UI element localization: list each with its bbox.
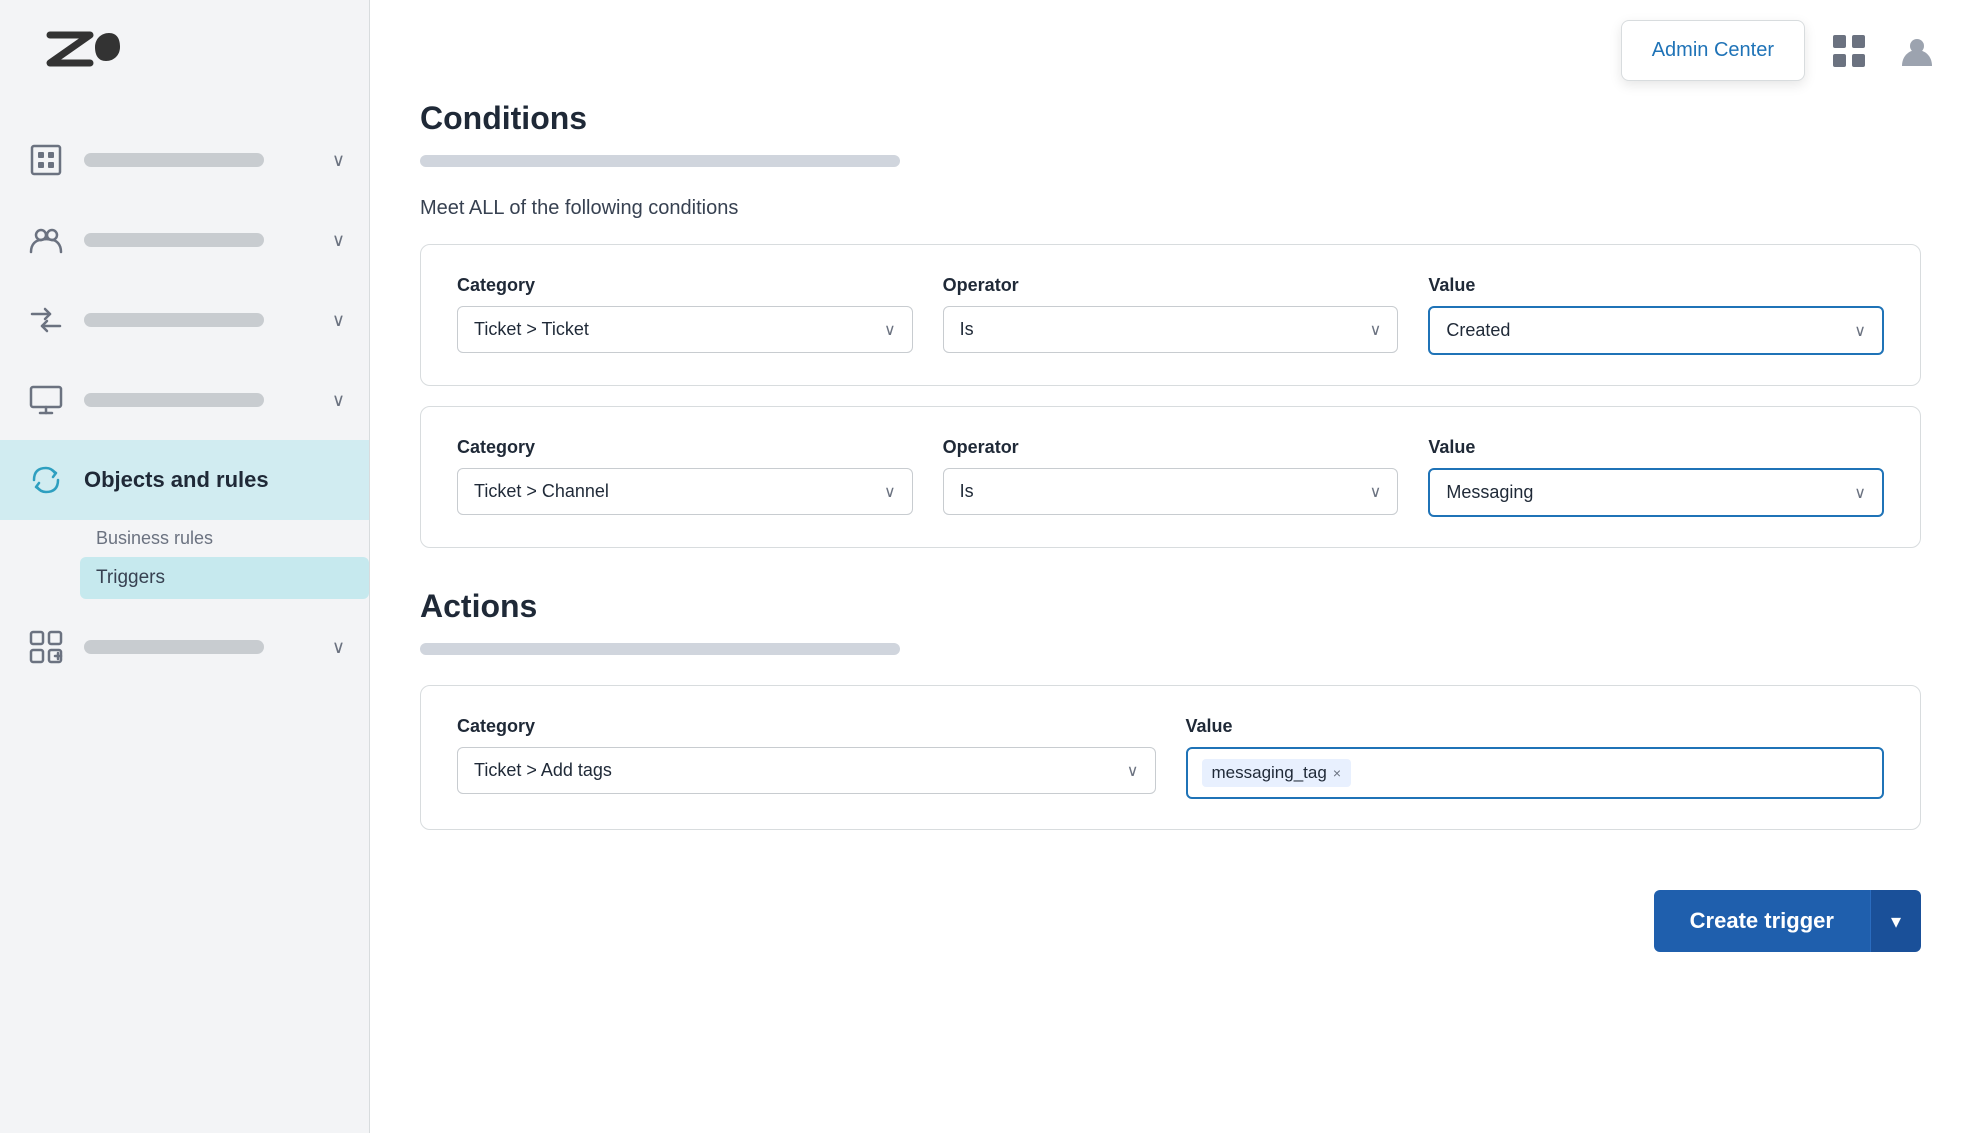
condition-1-category-label: Category: [457, 275, 913, 296]
arrows-icon: [24, 298, 68, 342]
nav-label-bar-people: [84, 233, 324, 247]
sidebar-item-objects-rules[interactable]: Objects and rules: [0, 440, 369, 520]
condition-1-value-group: Value Created ∨: [1428, 275, 1884, 355]
meet-all-text: Meet ALL of the following conditions: [420, 197, 1921, 220]
sidebar-item-apps[interactable]: ∨: [0, 607, 369, 687]
condition-card-2: Category Ticket > Channel ∨ Operator Is …: [420, 406, 1921, 548]
condition-2-value-select[interactable]: Messaging ∨: [1428, 468, 1884, 517]
condition-1-value-select[interactable]: Created ∨: [1428, 306, 1884, 355]
chevron-category-2: ∨: [884, 482, 896, 502]
building-icon: [24, 138, 68, 182]
action-1-value-label: Value: [1186, 716, 1885, 737]
sidebar: ∨ ∨: [0, 0, 370, 1133]
apps-grid-icon: [1830, 32, 1868, 70]
logo-area: [0, 0, 369, 110]
action-1-category-select[interactable]: Ticket > Add tags ∨: [457, 747, 1156, 794]
footer-actions: Create trigger ▾: [420, 890, 1921, 952]
actions-title: Actions: [420, 588, 1921, 625]
sidebar-item-channels[interactable]: ∨: [0, 280, 369, 360]
chevron-category-1: ∨: [884, 320, 896, 340]
condition-row-2: Category Ticket > Channel ∨ Operator Is …: [457, 437, 1884, 517]
sidebar-item-workspace[interactable]: ∨: [0, 120, 369, 200]
create-trigger-button[interactable]: Create trigger: [1654, 890, 1870, 952]
action-1-tag-input[interactable]: messaging_tag ×: [1186, 747, 1885, 799]
tag-chip-messaging-tag: messaging_tag ×: [1202, 759, 1352, 787]
action-row-1: Category Ticket > Add tags ∨ Value messa…: [457, 716, 1884, 799]
condition-2-operator-group: Operator Is ∨: [943, 437, 1399, 515]
nav-label-text-wrapper: Objects and rules: [84, 467, 345, 493]
conditions-section: Conditions Meet ALL of the following con…: [420, 100, 1921, 548]
user-avatar-icon: [1898, 32, 1936, 70]
condition-card-1: Category Ticket > Ticket ∨ Operator Is ∨…: [420, 244, 1921, 386]
condition-1-category-group: Category Ticket > Ticket ∨: [457, 275, 913, 353]
chevron-value-2: ∨: [1854, 483, 1866, 503]
user-avatar-button[interactable]: [1893, 27, 1941, 75]
action-1-category-label: Category: [457, 716, 1156, 737]
condition-1-operator-select[interactable]: Is ∨: [943, 306, 1399, 353]
chevron-operator-1: ∨: [1370, 320, 1382, 340]
nav-label-bar-workspaces: [84, 393, 324, 407]
chevron-down-icon: ∨: [332, 150, 345, 171]
dropdown-chevron-icon: ▾: [1891, 911, 1901, 933]
people-icon: [24, 218, 68, 262]
sidebar-nav: ∨ ∨: [0, 110, 369, 1133]
nav-label-bar-apps: [84, 640, 324, 654]
condition-1-value-label: Value: [1428, 275, 1884, 296]
chevron-down-icon-3: ∨: [332, 310, 345, 331]
remove-tag-button[interactable]: ×: [1333, 765, 1341, 781]
actions-section: Actions Category Ticket > Add tags ∨ Val…: [420, 588, 1921, 830]
conditions-title: Conditions: [420, 100, 1921, 137]
apps-icon: [24, 625, 68, 669]
admin-center-link[interactable]: Admin Center: [1652, 39, 1774, 61]
actions-bar: [420, 643, 900, 655]
chevron-operator-2: ∨: [1370, 482, 1382, 502]
condition-2-operator-select[interactable]: Is ∨: [943, 468, 1399, 515]
nav-label-bar-channels: [84, 313, 324, 327]
objects-rules-icon: [24, 458, 68, 502]
condition-1-category-select[interactable]: Ticket > Ticket ∨: [457, 306, 913, 353]
chevron-value-1: ∨: [1854, 321, 1866, 341]
condition-2-value-label: Value: [1428, 437, 1884, 458]
condition-2-category-group: Category Ticket > Channel ∨: [457, 437, 913, 515]
condition-1-operator-group: Operator Is ∨: [943, 275, 1399, 353]
apps-grid-button[interactable]: [1825, 27, 1873, 75]
main-content: Admin Center Conditions Meet ALL of the …: [370, 0, 1971, 1133]
action-1-category-group: Category Ticket > Add tags ∨: [457, 716, 1156, 794]
admin-center-dropdown: Admin Center: [1621, 20, 1805, 81]
chevron-down-icon-5: ∨: [332, 637, 345, 658]
action-1-value-group: Value messaging_tag ×: [1186, 716, 1885, 799]
condition-2-category-label: Category: [457, 437, 913, 458]
condition-2-value-group: Value Messaging ∨: [1428, 437, 1884, 517]
condition-1-operator-label: Operator: [943, 275, 1399, 296]
objects-rules-label: Objects and rules: [84, 467, 269, 492]
nav-label-bar-workspace: [84, 153, 324, 167]
sidebar-item-people[interactable]: ∨: [0, 200, 369, 280]
conditions-bar: [420, 155, 900, 167]
condition-row-1: Category Ticket > Ticket ∨ Operator Is ∨…: [457, 275, 1884, 355]
sidebar-item-workspaces[interactable]: ∨: [0, 360, 369, 440]
chevron-down-icon-4: ∨: [332, 390, 345, 411]
sidebar-sub-item-triggers[interactable]: Triggers: [80, 557, 369, 599]
condition-2-category-select[interactable]: Ticket > Channel ∨: [457, 468, 913, 515]
top-bar: Admin Center: [1591, 0, 1971, 101]
chevron-down-icon-2: ∨: [332, 230, 345, 251]
condition-2-operator-label: Operator: [943, 437, 1399, 458]
chevron-action-category: ∨: [1127, 761, 1139, 781]
create-trigger-dropdown-button[interactable]: ▾: [1870, 890, 1921, 952]
business-rules-header: Business rules: [80, 520, 369, 557]
zendesk-logo: [40, 25, 120, 85]
sub-nav: Business rules Triggers: [0, 520, 369, 607]
monitor-icon: [24, 378, 68, 422]
action-card-1: Category Ticket > Add tags ∨ Value messa…: [420, 685, 1921, 830]
